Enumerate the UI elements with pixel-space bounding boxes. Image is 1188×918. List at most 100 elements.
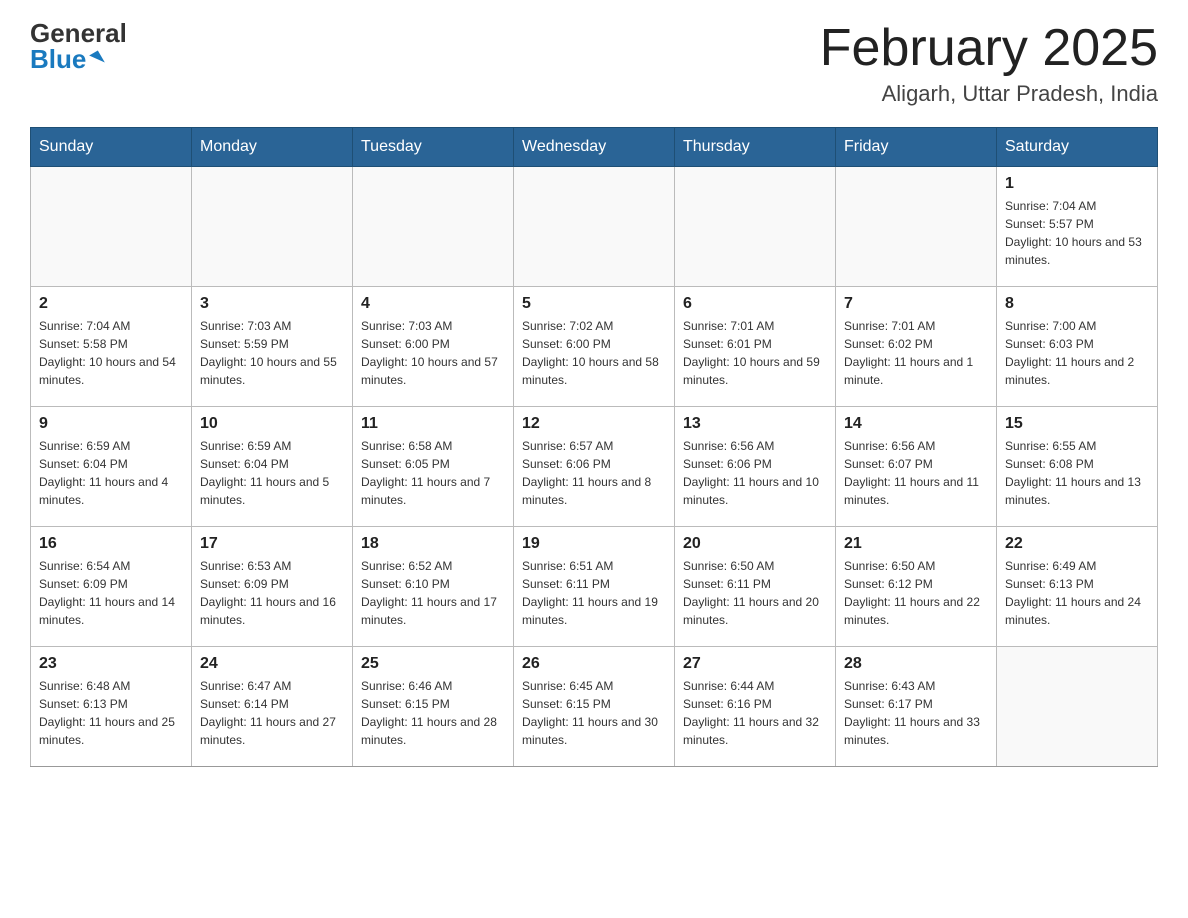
day-number: 23 — [39, 655, 183, 673]
col-thursday: Thursday — [675, 128, 836, 167]
col-sunday: Sunday — [31, 128, 192, 167]
day-number: 20 — [683, 535, 827, 553]
calendar-cell: 21 Sunrise: 6:50 AMSunset: 6:12 PMDayligh… — [836, 527, 997, 647]
day-number: 12 — [522, 415, 666, 433]
day-info: Sunrise: 6:54 AMSunset: 6:09 PMDaylight:… — [39, 557, 183, 629]
calendar-cell: 24 Sunrise: 6:47 AMSunset: 6:14 PMDayligh… — [192, 647, 353, 767]
calendar-cell: 25 Sunrise: 6:46 AMSunset: 6:15 PMDayligh… — [353, 647, 514, 767]
day-info: Sunrise: 7:03 AMSunset: 6:00 PMDaylight:… — [361, 317, 505, 389]
calendar-cell: 4 Sunrise: 7:03 AMSunset: 6:00 PMDaylight… — [353, 287, 514, 407]
calendar-cell — [192, 167, 353, 287]
calendar-cell: 18 Sunrise: 6:52 AMSunset: 6:10 PMDayligh… — [353, 527, 514, 647]
day-number: 11 — [361, 415, 505, 433]
day-info: Sunrise: 6:58 AMSunset: 6:05 PMDaylight:… — [361, 437, 505, 509]
day-info: Sunrise: 6:56 AMSunset: 6:06 PMDaylight:… — [683, 437, 827, 509]
location-subtitle: Aligarh, Uttar Pradesh, India — [820, 81, 1158, 107]
day-number: 1 — [1005, 175, 1149, 193]
day-number: 10 — [200, 415, 344, 433]
calendar-cell: 26 Sunrise: 6:45 AMSunset: 6:15 PMDayligh… — [514, 647, 675, 767]
logo-arrow-icon — [90, 50, 106, 67]
day-info: Sunrise: 7:01 AMSunset: 6:02 PMDaylight:… — [844, 317, 988, 389]
day-number: 7 — [844, 295, 988, 313]
calendar-cell — [675, 167, 836, 287]
day-info: Sunrise: 7:02 AMSunset: 6:00 PMDaylight:… — [522, 317, 666, 389]
calendar-cell: 13 Sunrise: 6:56 AMSunset: 6:06 PMDayligh… — [675, 407, 836, 527]
calendar-cell: 27 Sunrise: 6:44 AMSunset: 6:16 PMDayligh… — [675, 647, 836, 767]
day-number: 18 — [361, 535, 505, 553]
calendar-cell — [514, 167, 675, 287]
day-info: Sunrise: 6:44 AMSunset: 6:16 PMDaylight:… — [683, 677, 827, 749]
calendar-cell: 1 Sunrise: 7:04 AMSunset: 5:57 PMDaylight… — [997, 167, 1158, 287]
calendar-cell: 14Sunrise: 6:56 AMSunset: 6:07 PMDayligh… — [836, 407, 997, 527]
day-info: Sunrise: 7:01 AMSunset: 6:01 PMDaylight:… — [683, 317, 827, 389]
day-info: Sunrise: 6:57 AMSunset: 6:06 PMDaylight:… — [522, 437, 666, 509]
day-number: 6 — [683, 295, 827, 313]
calendar-cell — [31, 167, 192, 287]
day-info: Sunrise: 6:59 AMSunset: 6:04 PMDaylight:… — [200, 437, 344, 509]
day-info: Sunrise: 6:51 AMSunset: 6:11 PMDaylight:… — [522, 557, 666, 629]
col-saturday: Saturday — [997, 128, 1158, 167]
logo-general-text: General — [30, 20, 127, 46]
calendar-cell: 10 Sunrise: 6:59 AMSunset: 6:04 PMDayligh… — [192, 407, 353, 527]
day-info: Sunrise: 6:47 AMSunset: 6:14 PMDaylight:… — [200, 677, 344, 749]
calendar-cell: 7 Sunrise: 7:01 AMSunset: 6:02 PMDaylight… — [836, 287, 997, 407]
day-info: Sunrise: 6:55 AMSunset: 6:08 PMDaylight:… — [1005, 437, 1149, 509]
calendar-cell: 15 Sunrise: 6:55 AMSunset: 6:08 PMDayligh… — [997, 407, 1158, 527]
calendar-cell — [997, 647, 1158, 767]
calendar-header-row: Sunday Monday Tuesday Wednesday Thursday… — [31, 128, 1158, 167]
col-tuesday: Tuesday — [353, 128, 514, 167]
day-info: Sunrise: 7:00 AMSunset: 6:03 PMDaylight:… — [1005, 317, 1149, 389]
calendar-week-row: 2Sunrise: 7:04 AMSunset: 5:58 PMDaylight… — [31, 287, 1158, 407]
logo: General Blue — [30, 20, 127, 72]
calendar-cell: 9Sunrise: 6:59 AMSunset: 6:04 PMDaylight… — [31, 407, 192, 527]
calendar-week-row: 16 Sunrise: 6:54 AMSunset: 6:09 PMDayligh… — [31, 527, 1158, 647]
calendar-cell: 16 Sunrise: 6:54 AMSunset: 6:09 PMDayligh… — [31, 527, 192, 647]
day-info: Sunrise: 6:56 AMSunset: 6:07 PMDaylight:… — [844, 437, 988, 509]
day-number: 27 — [683, 655, 827, 673]
day-info: Sunrise: 6:50 AMSunset: 6:12 PMDaylight:… — [844, 557, 988, 629]
day-info: Sunrise: 6:53 AMSunset: 6:09 PMDaylight:… — [200, 557, 344, 629]
day-info: Sunrise: 6:48 AMSunset: 6:13 PMDaylight:… — [39, 677, 183, 749]
day-info: Sunrise: 6:52 AMSunset: 6:10 PMDaylight:… — [361, 557, 505, 629]
calendar-cell: 6 Sunrise: 7:01 AMSunset: 6:01 PMDaylight… — [675, 287, 836, 407]
day-number: 25 — [361, 655, 505, 673]
day-number: 16 — [39, 535, 183, 553]
day-number: 28 — [844, 655, 988, 673]
day-number: 5 — [522, 295, 666, 313]
calendar-cell: 5 Sunrise: 7:02 AMSunset: 6:00 PMDaylight… — [514, 287, 675, 407]
calendar-cell: 3Sunrise: 7:03 AMSunset: 5:59 PMDaylight… — [192, 287, 353, 407]
day-number: 21 — [844, 535, 988, 553]
calendar-cell — [836, 167, 997, 287]
month-title: February 2025 — [820, 20, 1158, 77]
day-info: Sunrise: 6:43 AMSunset: 6:17 PMDaylight:… — [844, 677, 988, 749]
day-info: Sunrise: 7:04 AMSunset: 5:57 PMDaylight:… — [1005, 197, 1149, 269]
calendar-cell: 11 Sunrise: 6:58 AMSunset: 6:05 PMDayligh… — [353, 407, 514, 527]
col-monday: Monday — [192, 128, 353, 167]
col-wednesday: Wednesday — [514, 128, 675, 167]
day-number: 19 — [522, 535, 666, 553]
calendar-cell: 19 Sunrise: 6:51 AMSunset: 6:11 PMDayligh… — [514, 527, 675, 647]
calendar-week-row: 9Sunrise: 6:59 AMSunset: 6:04 PMDaylight… — [31, 407, 1158, 527]
day-info: Sunrise: 6:49 AMSunset: 6:13 PMDaylight:… — [1005, 557, 1149, 629]
calendar-cell: 12 Sunrise: 6:57 AMSunset: 6:06 PMDayligh… — [514, 407, 675, 527]
col-friday: Friday — [836, 128, 997, 167]
calendar-week-row: 23 Sunrise: 6:48 AMSunset: 6:13 PMDayligh… — [31, 647, 1158, 767]
calendar-cell: 28 Sunrise: 6:43 AMSunset: 6:17 PMDayligh… — [836, 647, 997, 767]
day-number: 26 — [522, 655, 666, 673]
day-number: 22 — [1005, 535, 1149, 553]
day-number: 4 — [361, 295, 505, 313]
calendar-cell — [353, 167, 514, 287]
calendar-cell: 2Sunrise: 7:04 AMSunset: 5:58 PMDaylight… — [31, 287, 192, 407]
day-info: Sunrise: 6:50 AMSunset: 6:11 PMDaylight:… — [683, 557, 827, 629]
day-number: 8 — [1005, 295, 1149, 313]
day-number: 17 — [200, 535, 344, 553]
calendar-week-row: 1 Sunrise: 7:04 AMSunset: 5:57 PMDaylight… — [31, 167, 1158, 287]
calendar-table: Sunday Monday Tuesday Wednesday Thursday… — [30, 127, 1158, 767]
day-number: 13 — [683, 415, 827, 433]
day-number: 24 — [200, 655, 344, 673]
day-number: 2 — [39, 295, 183, 313]
day-info: Sunrise: 6:45 AMSunset: 6:15 PMDaylight:… — [522, 677, 666, 749]
day-info: Sunrise: 6:46 AMSunset: 6:15 PMDaylight:… — [361, 677, 505, 749]
calendar-cell: 8 Sunrise: 7:00 AMSunset: 6:03 PMDaylight… — [997, 287, 1158, 407]
day-number: 15 — [1005, 415, 1149, 433]
